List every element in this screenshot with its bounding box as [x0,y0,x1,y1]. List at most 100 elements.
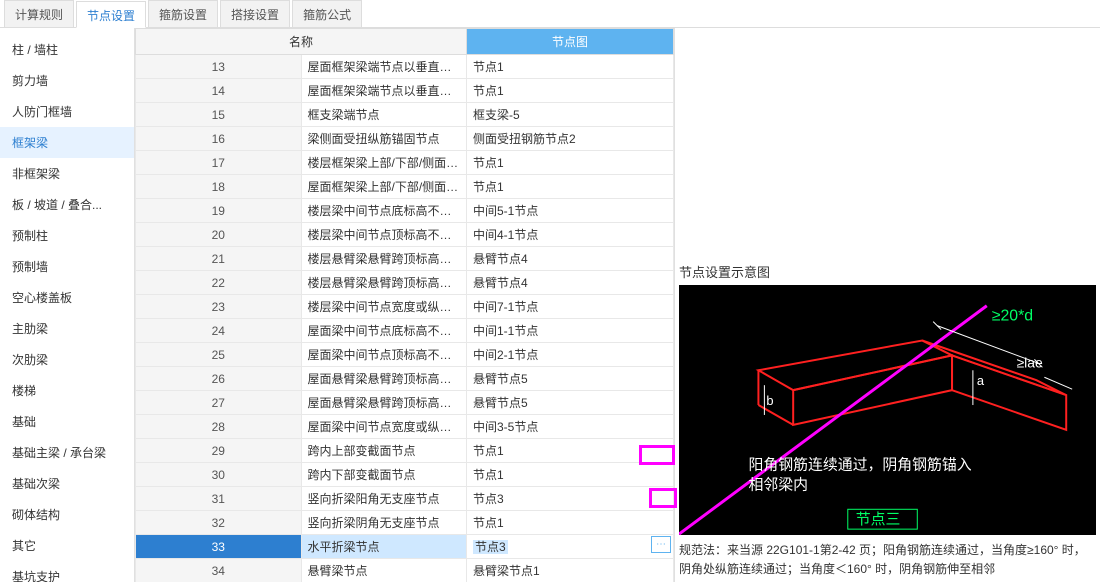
row-number: 14 [136,79,302,103]
table-row[interactable]: 19楼层梁中间节点底标高不同时中间5-1节点 [136,199,674,223]
row-pic[interactable]: 中间7-1节点 [467,295,674,319]
row-pic[interactable]: 侧面受扭钢筋节点2 [467,127,674,151]
row-name[interactable]: 跨内下部变截面节点 [301,463,467,487]
table-row[interactable]: 22楼层悬臂梁悬臂跨顶标高低于相邻跨时悬臂节点4 [136,271,674,295]
row-name[interactable]: 屋面悬臂梁悬臂跨顶标高高于相邻跨时 [301,367,467,391]
tab-4[interactable]: 箍筋公式 [292,0,362,27]
table-row[interactable]: 17楼层框架梁上部/下部/侧面受扭钢筋锚入平行墙支座节点节点1 [136,151,674,175]
sidebar-item-11[interactable]: 楼梯 [0,375,134,406]
row-pic[interactable]: 节点1 [467,463,674,487]
table-row[interactable]: 31竖向折梁阳角无支座节点节点3 [136,487,674,511]
row-pic[interactable]: 悬臂节点5 [467,391,674,415]
row-pic[interactable]: 中间2-1节点 [467,343,674,367]
row-pic[interactable]: 节点3⋯ [467,535,674,559]
table-row[interactable]: 30跨内下部变截面节点节点1 [136,463,674,487]
row-number: 25 [136,343,302,367]
row-name[interactable]: 竖向折梁阳角无支座节点 [301,487,467,511]
row-pic[interactable]: 中间5-1节点 [467,199,674,223]
sidebar-item-9[interactable]: 主肋梁 [0,313,134,344]
row-pic[interactable]: 节点1 [467,151,674,175]
row-pic[interactable]: 节点1 [467,55,674,79]
sidebar-item-3[interactable]: 框架梁 [0,127,134,158]
row-number: 29 [136,439,302,463]
row-pic[interactable]: 中间3-5节点 [467,415,674,439]
table-row[interactable]: 34悬臂梁节点悬臂梁节点1 [136,559,674,582]
sidebar-item-10[interactable]: 次肋梁 [0,344,134,375]
row-pic[interactable]: 悬臂节点5 [467,367,674,391]
sidebar-item-17[interactable]: 基坑支护 [0,561,134,582]
row-name[interactable]: 屋面框架梁端节点以垂直墙（墙厚较小时）为支座下部... [301,79,467,103]
row-number: 28 [136,415,302,439]
row-name[interactable]: 跨内上部变截面节点 [301,439,467,463]
table-row[interactable]: 20楼层梁中间节点顶标高不同时中间4-1节点 [136,223,674,247]
sidebar-item-1[interactable]: 剪力墙 [0,65,134,96]
row-pic[interactable]: 节点3 [467,487,674,511]
sidebar-item-14[interactable]: 基础次梁 [0,468,134,499]
row-name[interactable]: 屋面框架梁端节点以垂直墙（墙厚较小时）为支座上部... [301,55,467,79]
sidebar-item-6[interactable]: 预制柱 [0,220,134,251]
tab-1[interactable]: 节点设置 [76,1,146,28]
table-row[interactable]: 26屋面悬臂梁悬臂跨顶标高高于相邻跨时悬臂节点5 [136,367,674,391]
row-name[interactable]: 楼层框架梁上部/下部/侧面受扭钢筋锚入平行墙支座节点 [301,151,467,175]
row-pic[interactable]: 节点1 [467,79,674,103]
table-row[interactable]: 18屋面框架梁上部/下部/侧面受扭钢筋锚入平行墙支座节点节点1 [136,175,674,199]
table-row[interactable]: 15框支梁端节点框支梁-5 [136,103,674,127]
table-row[interactable]: 14屋面框架梁端节点以垂直墙（墙厚较小时）为支座下部...节点1 [136,79,674,103]
table-row[interactable]: 13屋面框架梁端节点以垂直墙（墙厚较小时）为支座上部...节点1 [136,55,674,79]
row-name[interactable]: 楼层悬臂梁悬臂跨顶标高高于相邻跨时 [301,247,467,271]
diagram-node-label: 节点三 [856,511,901,528]
row-name[interactable]: 竖向折梁阴角无支座节点 [301,511,467,535]
sidebar-item-2[interactable]: 人防门框墙 [0,96,134,127]
row-name[interactable]: 框支梁端节点 [301,103,467,127]
table-row[interactable]: 24屋面梁中间节点底标高不同时中间1-1节点 [136,319,674,343]
table-row[interactable]: 29跨内上部变截面节点节点1 [136,439,674,463]
table-row[interactable]: 21楼层悬臂梁悬臂跨顶标高高于相邻跨时悬臂节点4 [136,247,674,271]
table-row[interactable]: 28屋面梁中间节点宽度或纵筋数量不同时中间3-5节点 [136,415,674,439]
row-name[interactable]: 楼层梁中间节点底标高不同时 [301,199,467,223]
row-pic[interactable]: 节点1 [467,439,674,463]
row-name[interactable]: 屋面梁中间节点宽度或纵筋数量不同时 [301,415,467,439]
row-name[interactable]: 屋面梁中间节点底标高不同时 [301,319,467,343]
sidebar-item-0[interactable]: 柱 / 墙柱 [0,34,134,65]
row-pic[interactable]: 中间4-1节点 [467,223,674,247]
sidebar-item-16[interactable]: 其它 [0,530,134,561]
sidebar-item-13[interactable]: 基础主梁 / 承台梁 [0,437,134,468]
row-name[interactable]: 水平折梁节点 [301,535,467,559]
tab-3[interactable]: 搭接设置 [220,0,290,27]
row-pic[interactable]: 节点1 [467,511,674,535]
sidebar-item-12[interactable]: 基础 [0,406,134,437]
table-row[interactable]: 16梁侧面受扭纵筋锚固节点侧面受扭钢筋节点2 [136,127,674,151]
tab-0[interactable]: 计算规则 [4,0,74,27]
row-pic[interactable]: 悬臂梁节点1 [467,559,674,582]
col-header-name[interactable]: 名称 [136,29,467,55]
ellipsis-button[interactable]: ⋯ [651,536,671,553]
row-name[interactable]: 屋面框架梁上部/下部/侧面受扭钢筋锚入平行墙支座节点 [301,175,467,199]
table-row[interactable]: 33水平折梁节点节点3⋯ [136,535,674,559]
row-name[interactable]: 悬臂梁节点 [301,559,467,582]
row-pic[interactable]: 悬臂节点4 [467,247,674,271]
row-name[interactable]: 屋面梁中间节点顶标高不同时 [301,343,467,367]
row-name[interactable]: 屋面悬臂梁悬臂跨顶标高低于相邻跨时 [301,391,467,415]
row-pic[interactable]: 框支梁-5 [467,103,674,127]
row-name[interactable]: 楼层梁中间节点宽度或纵筋数量不同时 [301,295,467,319]
row-pic[interactable]: 节点1 [467,175,674,199]
sidebar-item-4[interactable]: 非框架梁 [0,158,134,189]
row-name[interactable]: 梁侧面受扭纵筋锚固节点 [301,127,467,151]
spec-text: 规范法：来当源 22G101-1第2-42 页；阳角钢筋连续通过，当角度≥160… [679,535,1096,579]
sidebar-item-8[interactable]: 空心楼盖板 [0,282,134,313]
table-row[interactable]: 32竖向折梁阴角无支座节点节点1 [136,511,674,535]
table-row[interactable]: 23楼层梁中间节点宽度或纵筋数量不同时中间7-1节点 [136,295,674,319]
tab-2[interactable]: 箍筋设置 [148,0,218,27]
row-name[interactable]: 楼层梁中间节点顶标高不同时 [301,223,467,247]
col-header-pic[interactable]: 节点图 [467,29,674,55]
row-pic[interactable]: 悬臂节点4 [467,271,674,295]
sidebar-item-7[interactable]: 预制墙 [0,251,134,282]
row-name[interactable]: 楼层悬臂梁悬臂跨顶标高低于相邻跨时 [301,271,467,295]
table-row[interactable]: 25屋面梁中间节点顶标高不同时中间2-1节点 [136,343,674,367]
row-number: 20 [136,223,302,247]
table-row[interactable]: 27屋面悬臂梁悬臂跨顶标高低于相邻跨时悬臂节点5 [136,391,674,415]
row-pic[interactable]: 中间1-1节点 [467,319,674,343]
sidebar-item-15[interactable]: 砌体结构 [0,499,134,530]
row-number: 27 [136,391,302,415]
sidebar-item-5[interactable]: 板 / 坡道 / 叠合... [0,189,134,220]
